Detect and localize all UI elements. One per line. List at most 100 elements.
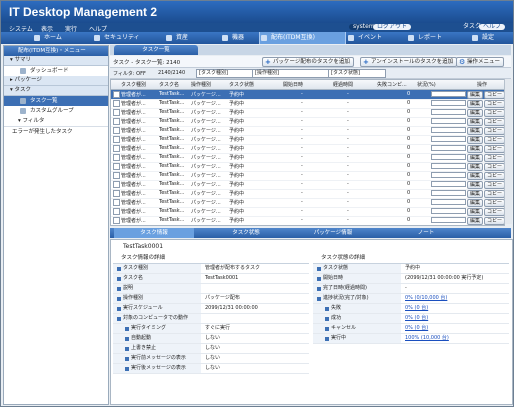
copy-button[interactable]: コピー [484, 91, 504, 99]
col-operation-type[interactable]: 操作種別 [191, 81, 211, 88]
detail-link[interactable]: 100% (10,000 台) [405, 334, 449, 343]
edit-button[interactable]: 編集 [467, 145, 484, 153]
cell-start: - [301, 136, 303, 142]
grid-scrollbar[interactable] [504, 79, 512, 224]
sidebar-section-task[interactable]: ▾ タスク [4, 86, 108, 96]
cell-name: TestTask... [159, 163, 185, 169]
operation-menu-button[interactable]: ⚙ 操作メニュー [456, 57, 505, 67]
copy-button[interactable]: コピー [484, 145, 504, 153]
row-checkbox[interactable] [113, 199, 120, 206]
edit-button[interactable]: 編集 [467, 190, 484, 198]
nav-assets[interactable]: 資産 [165, 32, 216, 44]
edit-button[interactable]: 編集 [467, 100, 484, 108]
copy-button[interactable]: コピー [484, 163, 504, 171]
sidebar-section-summary[interactable]: ▾ サマリ [4, 56, 108, 66]
copy-button[interactable]: コピー [484, 172, 504, 180]
col-progress[interactable]: 状況(%) [417, 81, 436, 88]
copy-button[interactable]: コピー [484, 190, 504, 198]
nav-settings[interactable]: 設定 [471, 32, 513, 44]
col-start-time[interactable]: 開始日時 [283, 81, 303, 88]
tab-note[interactable]: ノート [386, 228, 466, 238]
cell-start: - [301, 208, 303, 214]
copy-button[interactable]: コピー [484, 127, 504, 135]
cell-state: 予約中 [229, 119, 245, 125]
edit-button[interactable]: 編集 [467, 127, 484, 135]
edit-button[interactable]: 編集 [467, 154, 484, 162]
table-row[interactable]: 管理者が... TestTask... パッケージ... 予約中 - - 0 編集 コピー [111, 216, 504, 225]
edit-button[interactable]: 編集 [467, 208, 484, 216]
help-button[interactable]: ヘルプ [479, 24, 506, 30]
edit-button[interactable]: 編集 [467, 91, 484, 99]
edit-button[interactable]: 編集 [467, 181, 484, 189]
tab-package-info[interactable]: パッケージ情報 [288, 228, 378, 238]
col-failed[interactable]: 失敗コンピ... [377, 81, 407, 88]
col-elapsed[interactable]: 経過時間 [333, 81, 353, 88]
row-checkbox[interactable] [113, 109, 120, 116]
row-checkbox[interactable] [113, 136, 120, 143]
sidebar-item-error-tasks[interactable]: エラーが発生したタスク [4, 126, 108, 137]
row-checkbox[interactable] [113, 100, 120, 107]
cell-elapsed: - [347, 154, 349, 160]
edit-button[interactable]: 編集 [467, 136, 484, 144]
sidebar-item-filter[interactable]: ▾ フィルタ [4, 116, 108, 126]
nav-home[interactable]: ホーム [33, 32, 84, 44]
nav-security[interactable]: セキュリティ [93, 32, 158, 44]
tab-task-list[interactable]: タスク一覧 [114, 45, 198, 55]
cell-start: - [301, 163, 303, 169]
row-checkbox[interactable] [113, 145, 120, 152]
copy-button[interactable]: コピー [484, 208, 504, 216]
detail-link[interactable]: 0% (0 台) [405, 314, 428, 323]
operation-type-select[interactable]: [操作種別] [252, 69, 330, 78]
row-checkbox[interactable] [113, 91, 120, 98]
copy-button[interactable]: コピー [484, 136, 504, 144]
copy-button[interactable]: コピー [484, 217, 504, 225]
edit-button[interactable]: 編集 [467, 217, 484, 225]
row-checkbox[interactable] [113, 172, 120, 179]
logout-button[interactable]: ログアウト [373, 24, 412, 30]
detail-key: 操作種別 [123, 295, 144, 301]
sidebar-item-task-list[interactable]: タスク一覧 [4, 96, 108, 106]
copy-button[interactable]: コピー [484, 118, 504, 126]
edit-button[interactable]: 編集 [467, 172, 484, 180]
edit-button[interactable]: 編集 [467, 163, 484, 171]
row-checkbox[interactable] [113, 208, 120, 215]
edit-button[interactable]: 編集 [467, 118, 484, 126]
tab-task-info[interactable]: タスク情報 [114, 228, 194, 238]
task-state-select[interactable]: [タスク状態] [328, 69, 386, 78]
copy-button[interactable]: コピー [484, 100, 504, 108]
edit-button[interactable]: 編集 [467, 109, 484, 117]
add-package-task-button[interactable]: + パッケージ配布のタスクを追加 [262, 57, 354, 67]
cell-op: パッケージ... [191, 164, 221, 170]
detail-link[interactable]: 0% (0 台) [405, 304, 428, 313]
row-checkbox[interactable] [113, 163, 120, 170]
row-checkbox[interactable] [113, 217, 120, 224]
detail-link[interactable]: 0% (0 台) [405, 324, 428, 333]
nav-distribution[interactable]: 配布(ITDM互換) [259, 32, 346, 44]
copy-button[interactable]: コピー [484, 109, 504, 117]
copy-button[interactable]: コピー [484, 181, 504, 189]
tab-task-status[interactable]: タスク状態 [206, 228, 286, 238]
row-checkbox[interactable] [113, 154, 120, 161]
copy-button[interactable]: コピー [484, 154, 504, 162]
row-checkbox[interactable] [113, 190, 120, 197]
edit-button[interactable]: 編集 [467, 199, 484, 207]
sidebar-item-custom-group[interactable]: カスタムグループ [4, 106, 108, 116]
add-uninstall-task-button[interactable]: + アンインストールのタスクを追加 [360, 57, 458, 67]
cell-state: 予約中 [229, 146, 245, 152]
task-type-select[interactable]: [タスク種別] [196, 69, 254, 78]
row-checkbox[interactable] [113, 127, 120, 134]
col-task-name[interactable]: タスク名 [159, 81, 179, 88]
nav-events[interactable]: イベント [347, 32, 406, 44]
nav-reports[interactable]: レポート [407, 32, 464, 44]
sidebar-item-dashboard[interactable]: ダッシュボード [4, 66, 108, 76]
sidebar-section-package[interactable]: ▸ パッケージ [4, 76, 108, 86]
row-checkbox[interactable] [113, 118, 120, 125]
sidebar-header: 配布(ITDM互換)・メニュー [4, 46, 108, 56]
copy-button[interactable]: コピー [484, 199, 504, 207]
cell-fail: 0 [407, 181, 411, 187]
col-task-state[interactable]: タスク状態 [229, 81, 254, 88]
row-checkbox[interactable] [113, 181, 120, 188]
task-grid: タスク種別 タスク名 操作種別 タスク状態 開始日時 経過時間 失敗コンピ...… [110, 79, 505, 226]
col-task-type[interactable]: タスク種別 [121, 81, 146, 88]
detail-link[interactable]: 0% (0/10,000 台) [405, 294, 447, 303]
